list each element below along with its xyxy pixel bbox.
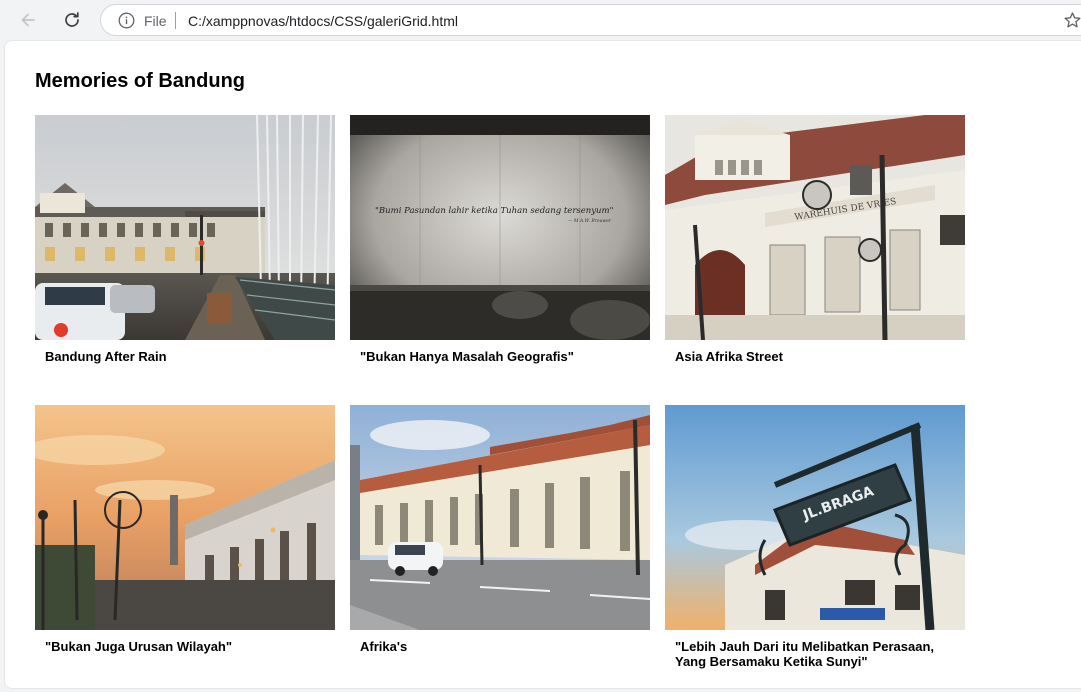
asia-afrika-avenue-photo [350, 405, 650, 630]
card-caption: Asia Afrika Street [675, 349, 783, 364]
card-caption: Afrika's [360, 639, 408, 654]
card-caption: "Bukan Hanya Masalah Geografis" [360, 349, 574, 364]
gallery-card: JL.BRAGA "Lebih Jauh Dari itu Melibatkan… [665, 405, 965, 692]
card-caption: "Bukan Juga Urusan Wilayah" [45, 639, 233, 654]
page-viewport: Memories of Bandung Bandung After Rain "… [4, 40, 1081, 689]
arrow-left-icon [21, 13, 35, 27]
site-info-label[interactable]: File [144, 13, 167, 29]
page-title: Memories of Bandung [35, 70, 246, 92]
gallery-card: Afrika's [350, 405, 650, 692]
card-caption: "Lebih Jauh Dari itu Melibatkan Perasaan… [675, 639, 935, 669]
colonial-building-photo: WAREHUIS DE VRIES [665, 115, 965, 340]
quote-author: — M.A.W. Brouwer [568, 218, 612, 224]
gallery-card: Bandung After Rain [35, 115, 335, 405]
sunset-street-photo [35, 405, 335, 630]
quote-wall-photo: "Bumi Pasundan lahir ketika Tuhan sedang… [350, 115, 650, 340]
omnibox-divider [175, 12, 176, 29]
reload-button[interactable] [57, 5, 87, 35]
gallery-card: "Bukan Juga Urusan Wilayah" [35, 405, 335, 692]
gallery-grid: Bandung After Rain "Bumi Pasundan lahir … [35, 115, 965, 692]
url-text[interactable]: C:/xamppnovas/htdocs/CSS/galeriGrid.html [188, 13, 458, 29]
gallery-card: "Bumi Pasundan lahir ketika Tuhan sedang… [350, 115, 650, 405]
star-icon[interactable] [1063, 11, 1081, 30]
info-icon[interactable] [118, 12, 135, 29]
card-caption: Bandung After Rain [45, 349, 167, 364]
address-bar[interactable]: File C:/xamppnovas/htdocs/CSS/galeriGrid… [100, 4, 1081, 36]
gallery-card: WAREHUIS DE VRIES Asia Afrika Street [665, 115, 965, 405]
braga-sign-photo: JL.BRAGA [665, 405, 965, 630]
quote-text: "Bumi Pasundan lahir ketika Tuhan sedang… [375, 206, 614, 216]
rainy-street-photo [35, 115, 335, 340]
back-button[interactable] [13, 5, 43, 35]
browser-toolbar: File C:/xamppnovas/htdocs/CSS/galeriGrid… [0, 0, 1081, 40]
reload-icon [65, 12, 79, 27]
